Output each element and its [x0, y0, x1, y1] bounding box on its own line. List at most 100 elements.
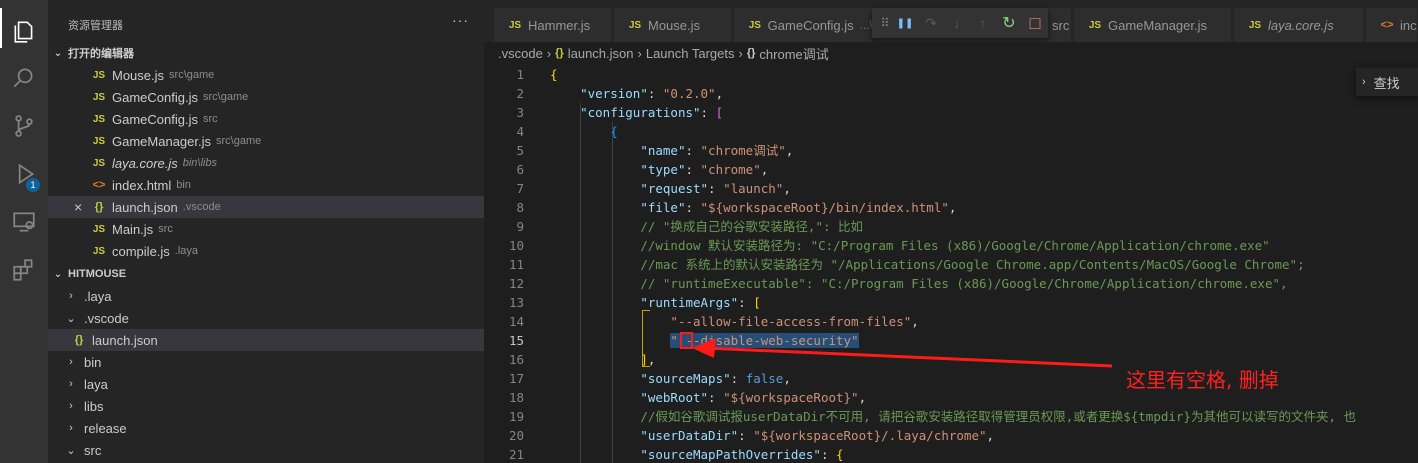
tree-item[interactable]: › laya	[48, 373, 484, 395]
object-symbol-icon: {}	[746, 47, 756, 59]
file-name: laya.core.js	[112, 155, 178, 171]
debug-badge: 1	[26, 178, 40, 192]
tree-item[interactable]: › release	[48, 417, 484, 439]
tree-item-label: laya	[84, 376, 108, 392]
code-line[interactable]: "webRoot": "${workspaceRoot}",	[550, 388, 866, 407]
explorer-sidebar: 资源管理器 ··· ⌄ 打开的编辑器 JS Mouse.js src\game JS G…	[48, 0, 484, 463]
code-editor[interactable]: 1 2 3 4 5 6 7 8 9 10 11 12 13 14 15 16 17 18 19 20 21 { "ver…	[484, 64, 1418, 463]
chevron-right-icon: ›	[69, 400, 73, 412]
js-file-icon: JS	[1088, 19, 1102, 31]
step-out-icon[interactable]: ↑	[970, 10, 996, 36]
pause-icon[interactable]: ❚❚	[892, 10, 918, 36]
step-over-icon[interactable]: ↷	[918, 10, 944, 36]
line-number: 16	[508, 352, 524, 367]
activity-bar: 1	[0, 0, 48, 463]
chevron-right-icon[interactable]: ›	[1362, 76, 1366, 88]
code-line[interactable]: "--allow-file-access-from-files",	[550, 312, 918, 331]
tree-item-label: bin	[84, 354, 102, 370]
code-line[interactable]: ],	[550, 350, 655, 369]
tree-item[interactable]: › .laya	[48, 285, 484, 307]
step-into-icon[interactable]: ↓	[944, 10, 970, 36]
tree-item[interactable]: ⌄ .vscode	[48, 307, 484, 329]
file-path: src	[158, 223, 173, 235]
tab-gameconfig[interactable]: JS GameConfig.js ...\	[734, 8, 874, 42]
extensions-icon[interactable]	[0, 246, 48, 294]
breadcrumb-item[interactable]: Launch Targets	[646, 46, 735, 61]
code-line[interactable]: "runtimeArgs": [	[550, 293, 760, 312]
open-editor-item[interactable]: JS compile.js .laya	[48, 240, 484, 262]
breadcrumb-item[interactable]: .vscode	[498, 46, 543, 61]
code-line[interactable]: "sourceMaps": false,	[550, 369, 791, 388]
source-control-icon[interactable]	[0, 102, 48, 150]
code-line[interactable]: //假如谷歌调试报userDataDir不可用, 请把谷歌安装路径取得管理员权限…	[550, 407, 1356, 426]
chevron-down-icon: ⌄	[53, 47, 63, 59]
code-line[interactable]: "sourceMapPathOverrides": {	[550, 445, 843, 463]
tree-item[interactable]: {} launch.json	[48, 329, 484, 351]
files-icon[interactable]	[0, 8, 48, 56]
tab-index-html[interactable]: <> inc	[1366, 8, 1418, 42]
open-editor-item[interactable]: JS GameConfig.js src\game	[48, 86, 484, 108]
line-number: 3	[516, 105, 524, 120]
tab-mouse[interactable]: JS Mouse.js	[614, 8, 732, 42]
open-editor-item[interactable]: JS GameManager.js src\game	[48, 130, 484, 152]
code-line[interactable]: "version": "0.2.0",	[550, 84, 723, 103]
tree-item-label: release	[84, 420, 127, 436]
code-line[interactable]: // "runtimeExecutable": "C:/Program File…	[550, 274, 1287, 293]
code-line[interactable]: {	[550, 122, 618, 141]
line-number: 7	[516, 181, 524, 196]
tab-laya-core[interactable]: JS laya.core.js	[1234, 8, 1364, 42]
open-editor-item[interactable]: × {} launch.json .vscode	[48, 196, 484, 218]
tab-gamemanager[interactable]: JS GameManager.js	[1074, 8, 1232, 42]
find-widget[interactable]: › 查找	[1356, 68, 1418, 96]
code-line[interactable]: "name": "chrome调试",	[550, 141, 793, 160]
stop-icon[interactable]: □	[1022, 10, 1048, 36]
chevron-down-icon: ⌄	[66, 444, 76, 457]
code-line[interactable]: "file": "${workspaceRoot}/bin/index.html…	[550, 198, 956, 217]
tab-hammer[interactable]: JS Hammer.js	[494, 8, 612, 42]
breadcrumb-item[interactable]: launch.json	[568, 46, 634, 61]
tree-item[interactable]: ⌄ src	[48, 439, 484, 461]
open-editor-item[interactable]: JS Mouse.js src\game	[48, 64, 484, 86]
js-file-icon: JS	[748, 19, 761, 31]
chevron-right-icon: ›	[738, 45, 743, 61]
file-path: src\game	[216, 135, 262, 147]
html-file-icon: <>	[1380, 19, 1394, 31]
restart-icon[interactable]: ↻	[996, 10, 1022, 36]
sidebar-title: 资源管理器	[68, 20, 123, 32]
open-editors-header[interactable]: ⌄ 打开的编辑器	[48, 42, 484, 64]
code-line[interactable]: " --disable-web-security"	[550, 331, 859, 350]
tree-item[interactable]: › bin	[48, 351, 484, 373]
file-name: index.html	[112, 177, 172, 193]
js-file-icon: JS	[508, 19, 522, 31]
line-number: 13	[508, 295, 524, 310]
search-icon[interactable]	[0, 54, 48, 102]
file-path: .laya	[174, 245, 199, 257]
code-line[interactable]: //window 默认安装路径为: "C:/Program Files (x86…	[550, 236, 1269, 255]
project-header[interactable]: ⌄ HITMOUSE	[48, 263, 484, 285]
line-number: 6	[516, 162, 524, 177]
file-path: src	[202, 113, 218, 125]
drag-handle-icon[interactable]: ⠿	[878, 10, 892, 36]
debug-icon[interactable]: 1	[0, 150, 48, 198]
line-number: 8	[516, 200, 524, 215]
close-icon[interactable]: ×	[74, 199, 82, 215]
code-line[interactable]: "request": "launch",	[550, 179, 791, 198]
tree-item[interactable]: › libs	[48, 395, 484, 417]
line-number: 17	[508, 371, 524, 386]
json-file-icon: {}	[555, 47, 564, 59]
code-line[interactable]: //mac 系统上的默认安装路径为 "/Applications/Google …	[550, 255, 1304, 274]
remote-explorer-icon[interactable]	[0, 198, 48, 246]
breadcrumb-item[interactable]: chrome调试	[759, 44, 828, 63]
code-line[interactable]: {	[550, 65, 558, 84]
code-line[interactable]: "configurations": [	[550, 103, 723, 122]
more-actions-icon[interactable]: ···	[452, 12, 469, 28]
open-editor-item[interactable]: JS Main.js src	[48, 218, 484, 240]
chevron-down-icon: ⌄	[66, 312, 76, 325]
code-line[interactable]: "type": "chrome",	[550, 160, 768, 179]
open-editor-item[interactable]: <> index.html bin	[48, 174, 484, 196]
code-line[interactable]: // "换成自己的谷歌安装路径,": 比如	[550, 217, 863, 236]
open-editor-item[interactable]: JS laya.core.js bin\libs	[48, 152, 484, 174]
tree-item-label: libs	[84, 398, 104, 414]
open-editor-item[interactable]: JS GameConfig.js src	[48, 108, 484, 130]
code-line[interactable]: "userDataDir": "${workspaceRoot}/.laya/c…	[550, 426, 994, 445]
